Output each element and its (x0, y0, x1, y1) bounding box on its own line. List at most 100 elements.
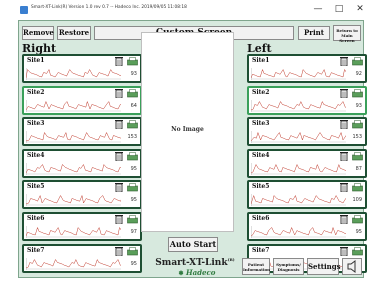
site-name: Site4 (27, 151, 45, 159)
trash-icon[interactable] (340, 214, 348, 224)
print-icon[interactable] (352, 246, 363, 256)
site-panel[interactable]: Site1 92 (247, 54, 367, 83)
print-icon[interactable] (127, 57, 138, 66)
waveform-graph (251, 194, 346, 207)
site-panel-body: Site4 87 (249, 150, 365, 176)
site-panel-body: Site5 109 (249, 182, 365, 208)
site-panel[interactable]: Site3 153 (22, 117, 142, 147)
site-value: 87 (355, 165, 362, 172)
site-name: Site6 (252, 215, 270, 222)
company-logo-icon: ✽ (178, 270, 184, 277)
print-icon[interactable] (352, 120, 363, 129)
site-name: Site3 (27, 120, 45, 128)
waveform-graph (251, 162, 346, 175)
waveform-graph (26, 99, 121, 112)
print-icon[interactable] (127, 88, 138, 98)
site-panel[interactable]: Site4 87 (247, 148, 367, 178)
site-name: Site2 (27, 88, 45, 96)
site-panel-body: Site5 95 (24, 182, 140, 208)
print-icon[interactable] (127, 152, 138, 161)
window-title: Smart-XT-Link(R) Version 1.0 rev 0.7 -- … (31, 5, 187, 10)
print-icon[interactable] (127, 183, 138, 192)
auto-start-button[interactable]: Auto Start (168, 237, 218, 252)
site-panel[interactable]: Site2 64 (22, 85, 142, 115)
site-panel-body: Site4 95 (24, 150, 140, 176)
site-panel-body: Site2 64 (24, 87, 140, 113)
waveform-graph (26, 226, 121, 238)
minimize-button[interactable]: — (310, 2, 326, 17)
symptoms-diagnosis-button[interactable]: Symptoms/ Diagnosis (273, 258, 304, 275)
site-panel[interactable]: Site1 93 (22, 54, 142, 83)
site-name: Site2 (252, 88, 270, 96)
site-panel[interactable]: Site3 153 (247, 117, 367, 147)
site-value: 95 (355, 229, 362, 235)
print-button[interactable]: Print (298, 26, 330, 40)
speaker-button[interactable] (342, 258, 362, 275)
site-value: 92 (355, 71, 362, 77)
waveform-graph (26, 131, 121, 144)
trash-icon[interactable] (115, 88, 123, 98)
site-value: 95 (130, 260, 137, 267)
site-value: 97 (130, 229, 137, 235)
site-panel[interactable]: Site6 97 (22, 212, 142, 241)
site-panel-body: Site3 153 (24, 119, 140, 145)
site-panel[interactable]: Site7 95 (22, 243, 142, 273)
trash-icon[interactable] (340, 56, 348, 66)
waveform-graph (26, 162, 121, 175)
site-name: Site5 (252, 183, 270, 191)
trash-icon[interactable] (115, 214, 123, 224)
site-panel-body: Site6 95 (249, 214, 365, 239)
speaker-icon (347, 260, 356, 273)
trash-icon[interactable] (340, 88, 348, 98)
patient-information-button[interactable]: Patient Information (242, 258, 270, 275)
site-value: 153 (127, 134, 137, 141)
site-panel[interactable]: Site5 109 (247, 180, 367, 210)
brand-product: Smart-XT-Link(R) (155, 257, 235, 268)
site-name: Site3 (252, 120, 270, 128)
site-panel[interactable]: Site5 95 (22, 180, 142, 210)
waveform-graph (251, 131, 346, 144)
site-panel[interactable]: Site2 93 (247, 85, 367, 115)
site-panel-body: Site6 97 (24, 214, 140, 239)
site-value: 95 (130, 165, 137, 172)
restore-button[interactable]: Restore (57, 26, 91, 40)
no-image-text: No Image (171, 126, 204, 133)
site-panel[interactable]: Site4 95 (22, 148, 142, 178)
waveform-graph (251, 226, 346, 238)
waveform-graph (26, 194, 121, 207)
site-panel-body: Site1 92 (249, 56, 365, 81)
waveform-graph (251, 68, 346, 80)
print-icon[interactable] (127, 246, 138, 256)
return-main-button[interactable]: Return to Main Screen (333, 25, 361, 43)
registered-mark: (R) (227, 257, 235, 262)
print-icon[interactable] (352, 152, 363, 161)
trash-icon[interactable] (340, 182, 348, 193)
site-value: 153 (352, 134, 362, 141)
trash-icon[interactable] (115, 119, 123, 130)
remove-button[interactable]: Remove (22, 26, 54, 40)
trash-icon[interactable] (115, 151, 123, 161)
site-value: 95 (130, 197, 137, 204)
close-button[interactable]: ✕ (352, 2, 368, 17)
trash-icon[interactable] (340, 119, 348, 130)
waveform-graph (26, 257, 121, 270)
trash-icon[interactable] (340, 246, 348, 256)
site-panel[interactable]: Site6 95 (247, 212, 367, 241)
trash-icon[interactable] (115, 56, 123, 66)
trash-icon[interactable] (115, 246, 123, 256)
print-icon[interactable] (127, 120, 138, 129)
site-panel-body: Site2 93 (249, 87, 365, 113)
maximize-button[interactable]: □ (331, 2, 347, 17)
print-icon[interactable] (352, 183, 363, 192)
print-icon[interactable] (352, 57, 363, 66)
trash-icon[interactable] (340, 151, 348, 161)
site-value: 93 (355, 102, 362, 109)
settings-button[interactable]: Settings (307, 258, 341, 275)
print-icon[interactable] (352, 215, 363, 224)
trash-icon[interactable] (115, 182, 123, 193)
site-name: Site7 (27, 246, 45, 254)
print-icon[interactable] (127, 215, 138, 224)
site-name: Site4 (252, 151, 270, 159)
print-icon[interactable] (352, 88, 363, 98)
site-name: Site1 (27, 57, 45, 64)
